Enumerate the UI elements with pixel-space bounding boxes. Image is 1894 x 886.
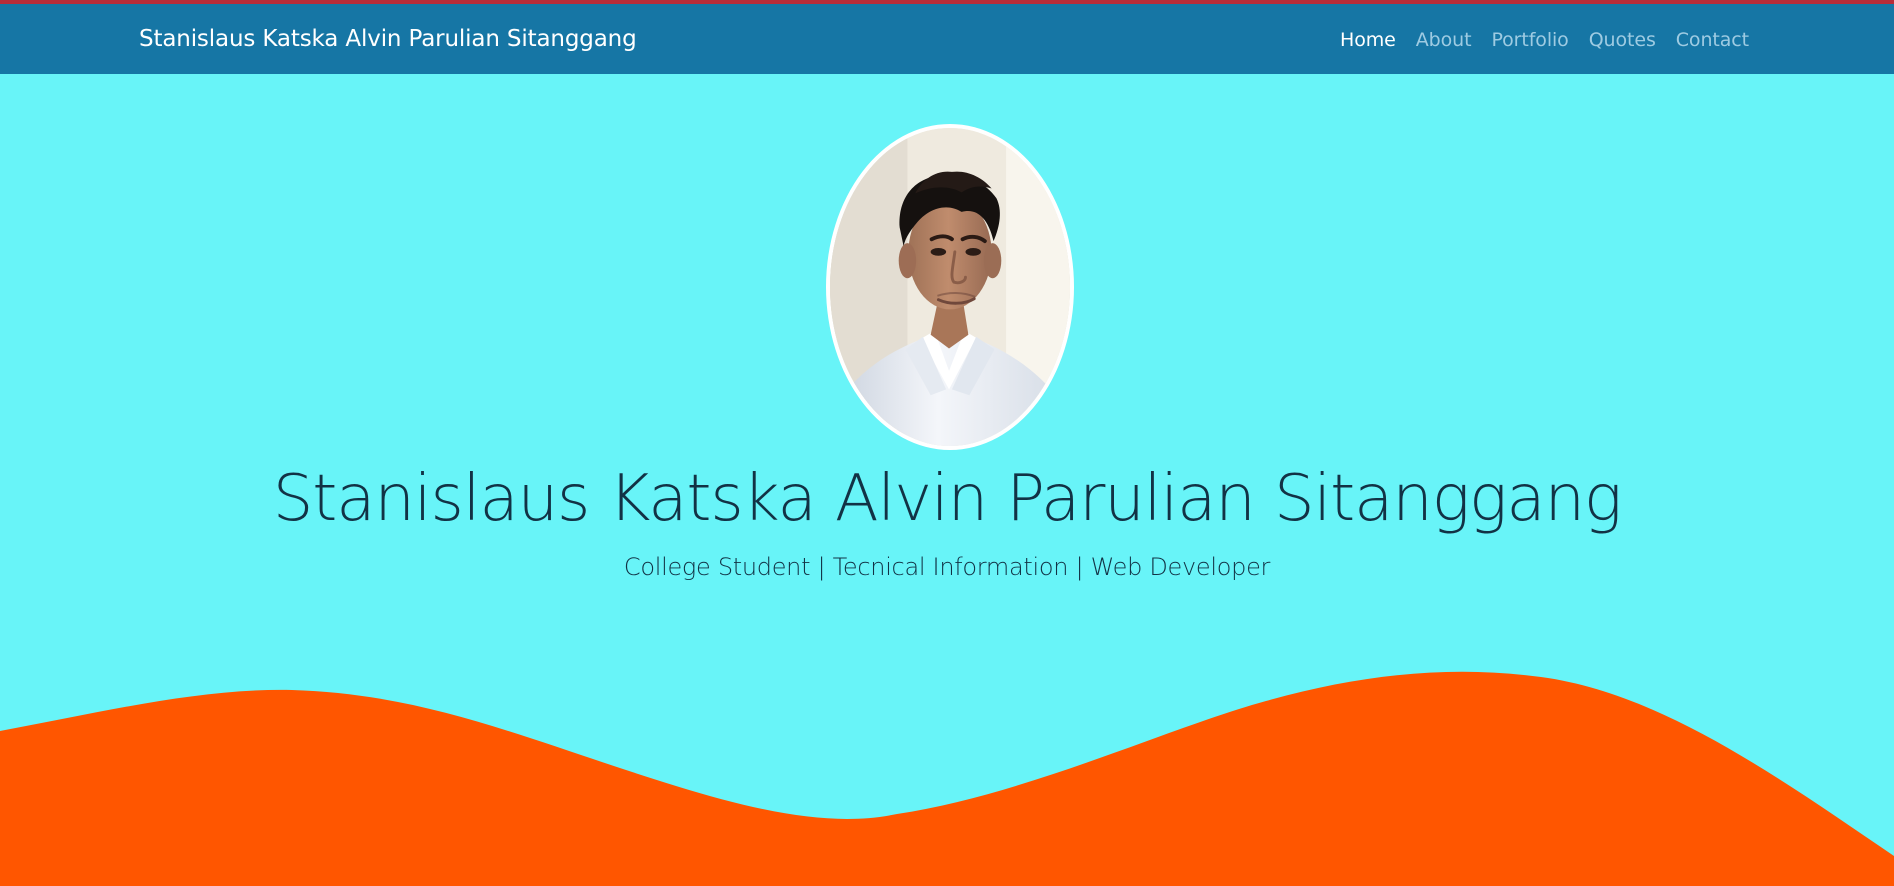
hero-name: Stanislaus Katska Alvin Parulian Sitangg… (272, 462, 1623, 536)
nav-contact-link[interactable]: Contact (1676, 24, 1749, 56)
nav-about-link[interactable]: About (1416, 24, 1472, 56)
nav-home-link[interactable]: Home (1340, 24, 1396, 56)
profile-photo (826, 124, 1074, 450)
hero-subtitle: College Student | Tecnical Information |… (623, 553, 1271, 581)
top-accent-line (0, 0, 1894, 4)
decorative-orange-wave (0, 671, 1894, 886)
site-brand-link[interactable]: Stanislaus Katska Alvin Parulian Sitangg… (139, 23, 637, 55)
portfolio-home-page: Stanislaus Katska Alvin Parulian Sitangg… (0, 0, 1894, 886)
navigation-menu: Home About Portfolio Quotes Contact (1340, 24, 1749, 56)
nav-quotes-link[interactable]: Quotes (1589, 24, 1656, 56)
portrait-illustration (830, 128, 1070, 446)
nav-portfolio-link[interactable]: Portfolio (1491, 24, 1568, 56)
main-navbar: Stanislaus Katska Alvin Parulian Sitangg… (0, 4, 1894, 74)
